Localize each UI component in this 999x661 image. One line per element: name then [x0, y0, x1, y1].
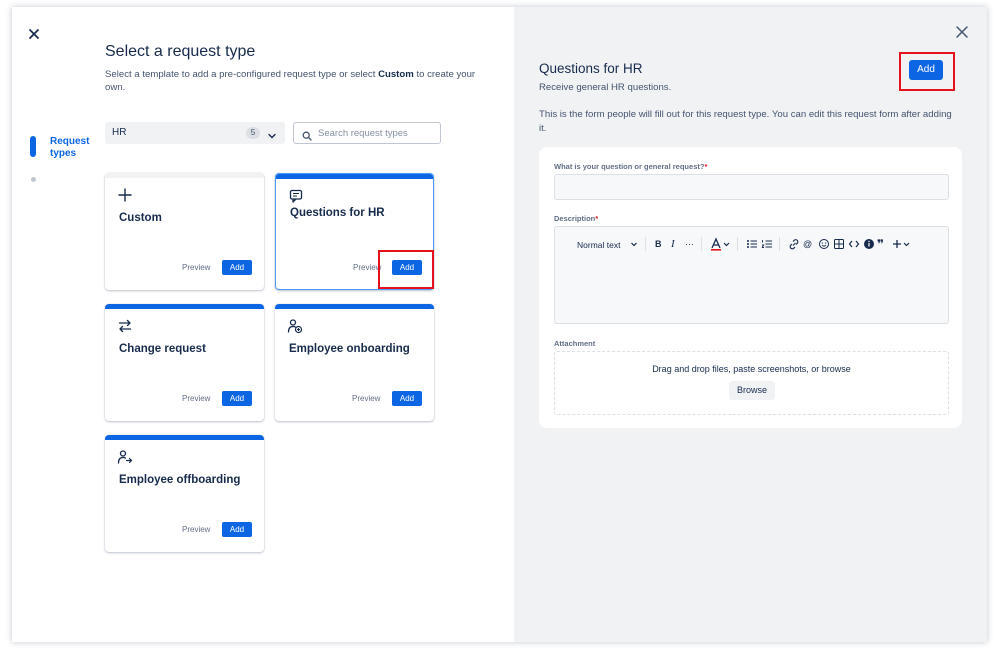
category-count-badge: 5: [246, 127, 260, 139]
request-type-modal: Request types Select a request type Sele…: [12, 7, 987, 642]
right-pane-preview: Questions for HR Receive general HR ques…: [514, 7, 987, 642]
page-subtitle: Select a template to add a pre-configure…: [105, 69, 476, 93]
italic-icon[interactable]: I: [671, 237, 675, 251]
request-type-card-change-request[interactable]: Change request Preview Add: [105, 304, 264, 421]
request-type-card-custom[interactable]: Custom Preview Add: [105, 173, 264, 290]
numbered-list-icon[interactable]: [761, 237, 773, 251]
preview-link[interactable]: Preview: [182, 263, 210, 272]
step-dot: [31, 177, 36, 182]
dropzone-text: Drag and drop files, paste screenshots, …: [652, 364, 851, 374]
request-type-card-employee-onboarding[interactable]: Employee onboarding Preview Add: [275, 304, 434, 421]
card-top-bar: [105, 173, 264, 178]
chevron-down-icon: [267, 128, 277, 139]
preview-description: This is the form people will fill out fo…: [539, 109, 952, 134]
page-title: Select a request type: [105, 43, 256, 60]
highlight-box: [899, 52, 955, 91]
code-icon[interactable]: [848, 237, 860, 251]
question-label: What is your question or general request…: [554, 162, 708, 171]
text-color-icon[interactable]: [710, 237, 732, 251]
table-icon[interactable]: [833, 237, 845, 251]
card-title: Questions for HR: [290, 207, 385, 219]
description-label: Description*: [554, 214, 599, 223]
active-step-marker: [30, 136, 36, 157]
preview-link[interactable]: Preview: [182, 525, 210, 534]
more-formatting-icon[interactable]: ···: [685, 237, 694, 251]
card-title: Employee onboarding: [289, 343, 410, 355]
attachment-label: Attachment: [554, 339, 596, 348]
add-button[interactable]: Add: [222, 391, 252, 406]
preview-link[interactable]: Preview: [182, 394, 210, 403]
card-top-bar: [276, 174, 433, 179]
search-field[interactable]: [293, 122, 441, 144]
toolbar-divider: [701, 237, 702, 251]
card-top-bar: [105, 435, 264, 440]
card-title: Custom: [119, 212, 162, 224]
category-select[interactable]: HR 5: [105, 122, 285, 144]
close-icon[interactable]: [27, 27, 41, 41]
attachment-dropzone[interactable]: Drag and drop files, paste screenshots, …: [554, 351, 949, 415]
add-button[interactable]: Add: [392, 391, 422, 406]
person-leave-icon: [117, 449, 133, 465]
browse-button[interactable]: Browse: [729, 381, 775, 400]
emoji-icon[interactable]: [818, 237, 830, 251]
editor-toolbar: Normal text B I ··· @ ❞: [555, 227, 948, 257]
mention-icon[interactable]: @: [803, 237, 812, 251]
preview-link[interactable]: Preview: [352, 394, 380, 403]
add-button[interactable]: Add: [222, 260, 252, 275]
plus-icon: [117, 187, 133, 203]
chat-icon: [288, 188, 304, 204]
toolbar-divider: [645, 237, 646, 251]
add-button[interactable]: Add: [222, 522, 252, 537]
chevron-down-icon: [630, 237, 638, 251]
link-icon[interactable]: [788, 237, 800, 251]
search-icon: [302, 128, 312, 141]
card-title: Employee offboarding: [119, 474, 241, 486]
info-icon[interactable]: [863, 237, 875, 251]
search-input[interactable]: [318, 125, 436, 141]
request-type-card-employee-offboarding[interactable]: Employee offboarding Preview Add: [105, 435, 264, 552]
category-value: HR: [112, 127, 127, 138]
description-editor[interactable]: Normal text B I ··· @ ❞: [554, 226, 949, 324]
bullet-list-icon[interactable]: [746, 237, 758, 251]
toolbar-divider: [779, 237, 780, 251]
toolbar-divider: [737, 237, 738, 251]
card-title: Change request: [119, 343, 206, 355]
form-preview: What is your question or general request…: [539, 147, 962, 428]
highlight-box: [378, 250, 434, 289]
left-pane: Request types Select a request type Sele…: [12, 7, 514, 642]
quote-icon[interactable]: ❞: [877, 237, 884, 251]
insert-plus-icon[interactable]: [892, 237, 912, 251]
question-input[interactable]: [554, 174, 949, 200]
text-style-dropdown[interactable]: Normal text: [577, 240, 620, 250]
bold-icon[interactable]: B: [655, 237, 662, 251]
card-top-bar: [275, 304, 434, 309]
person-add-icon: [287, 318, 303, 334]
step-request-types[interactable]: Request types: [50, 136, 110, 160]
close-icon[interactable]: [954, 24, 970, 40]
swap-arrows-icon: [117, 318, 133, 334]
preview-title: Questions for HR: [539, 61, 643, 76]
card-top-bar: [105, 304, 264, 309]
preview-subtitle: Receive general HR questions.: [539, 82, 672, 93]
